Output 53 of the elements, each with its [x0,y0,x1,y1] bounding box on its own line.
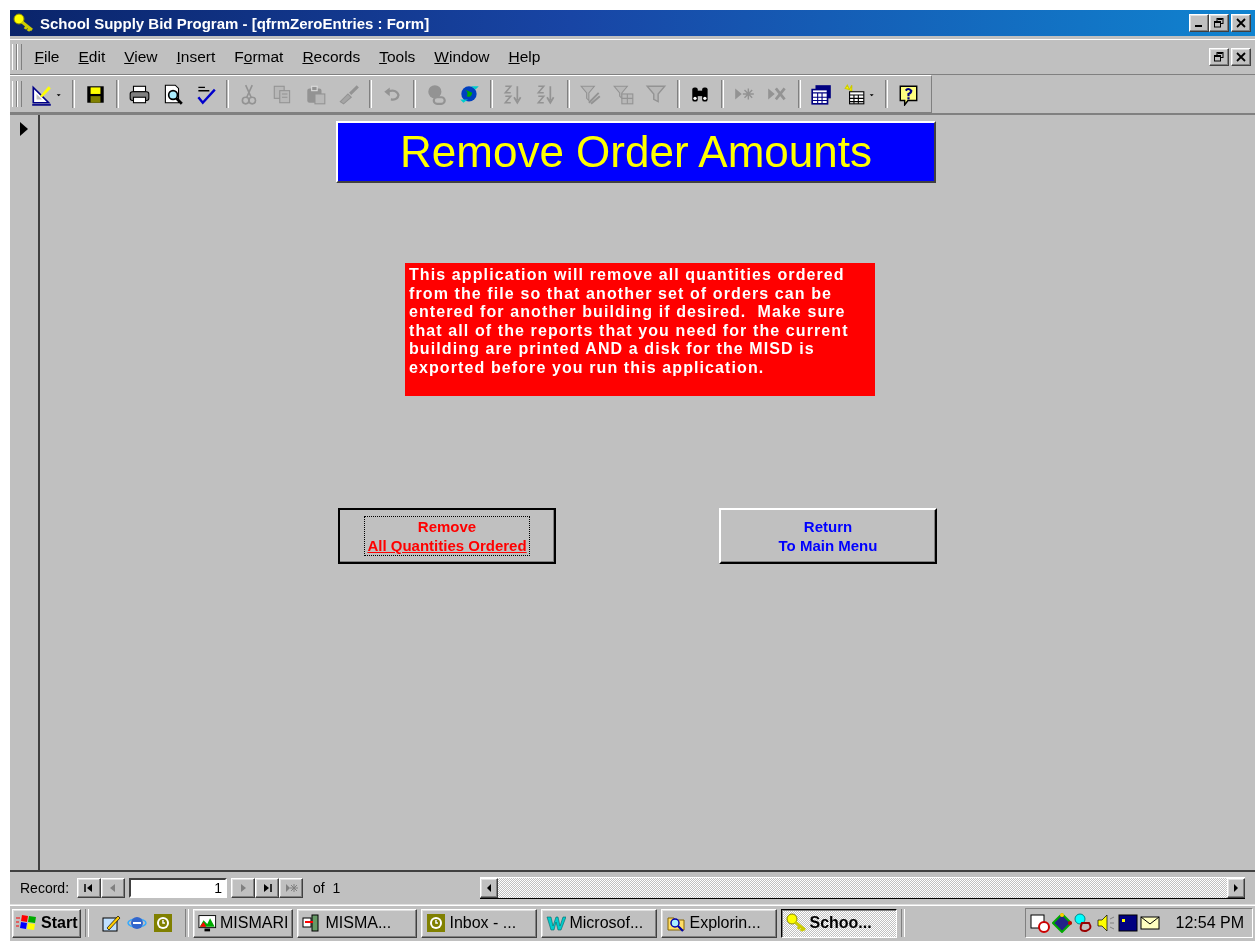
clock: 12:54 PM [1175,914,1244,932]
window-title: School Supply Bid Program - [qfrmZeroEntries : Form] [40,14,431,32]
current-record-icon [19,121,29,137]
menu-item[interactable]: Tools [369,48,425,66]
network-diamond-icon[interactable] [1051,913,1072,933]
record-label: Record: [20,880,70,896]
menu-item[interactable]: Insert [167,48,225,66]
display-icon[interactable] [1117,913,1138,933]
taskbar-button[interactable]: Schoo... [781,908,898,938]
restore-icon[interactable] [1214,18,1224,28]
envelope-icon[interactable] [1139,913,1160,933]
clock-badge-icon[interactable] [153,913,174,933]
menu-item[interactable]: Edit [69,48,115,66]
close-button[interactable] [1231,14,1251,32]
menu-item[interactable]: File [25,48,69,66]
taskbar-button[interactable]: Microsof... [541,908,658,938]
database-window-icon[interactable] [810,82,833,106]
close-icon[interactable] [1236,52,1246,62]
close-icon[interactable] [1236,18,1246,28]
menu-item[interactable]: Window [424,48,499,66]
key-icon[interactable] [13,13,35,33]
taskbar-button[interactable]: MISMARI [193,908,294,938]
scroll-right-icon[interactable] [1233,884,1239,892]
taskbar-button[interactable]: Inbox - ... [421,908,538,938]
record-number-field[interactable]: 1 [129,878,228,898]
horizontal-scrollbar[interactable] [480,877,1245,899]
menu-item[interactable]: View [114,48,168,66]
form-heading: Remove Order Amounts [336,121,936,183]
windows-flag-icon [16,913,38,933]
menu-item[interactable]: Help [498,48,550,66]
scroll-left-icon[interactable] [486,884,493,892]
clock-badge-icon[interactable] [426,913,447,933]
pencil-icon[interactable] [101,913,122,933]
last-record-button[interactable] [255,878,280,898]
close-button[interactable] [1231,48,1251,66]
restore-button[interactable] [1209,14,1229,32]
speaker-icon[interactable] [1095,913,1116,933]
menu-item[interactable]: Format [224,48,293,66]
restore-button[interactable] [1209,48,1229,66]
notice-text: This application will remove all quantities ordered from the file so that another set of orders can be entered for another building if desired. Make sure that all of the reports that you need for the current building are printed AND a disk for the MISD is exported before you run this application. [405,263,875,396]
record-count: of 1 [313,880,341,896]
minimize-button[interactable] [1189,14,1209,32]
new-table-icon[interactable] [843,82,866,106]
start-button[interactable]: Start [12,908,82,938]
taskbar-button[interactable]: MISMA... [297,908,418,938]
magnifier-icon[interactable] [1073,913,1094,933]
form-button[interactable]: Return To Main Menu [719,508,937,564]
taskbar-button[interactable]: Explorin... [661,908,778,938]
monitor-chart-icon[interactable] [198,913,217,933]
menu-item[interactable]: Records [292,48,370,66]
calendar-clock-icon[interactable] [1029,913,1050,933]
first-record-button[interactable] [77,878,102,898]
restore-icon[interactable] [1214,52,1224,62]
